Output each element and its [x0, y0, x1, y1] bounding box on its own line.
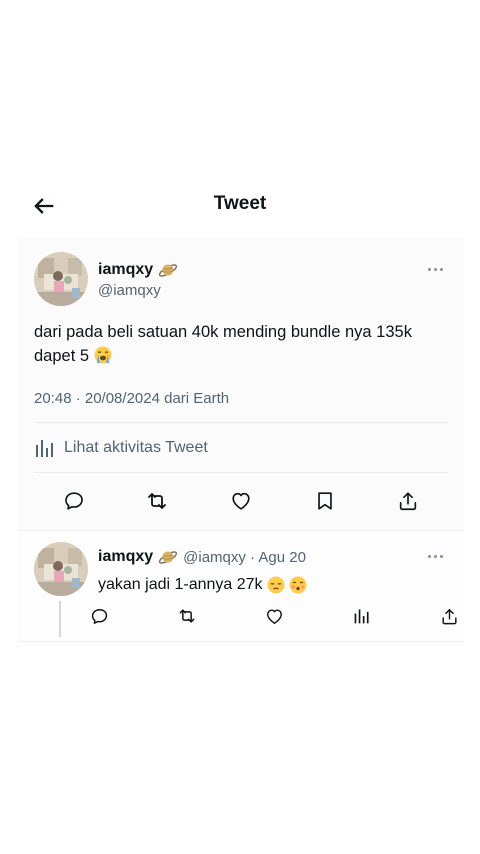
- retweet-icon[interactable]: [144, 488, 170, 514]
- avatar[interactable]: [34, 252, 88, 306]
- author-name-text: iamqxy: [98, 261, 154, 278]
- analytics-icon[interactable]: [351, 605, 373, 627]
- retweet-icon[interactable]: [176, 605, 198, 627]
- more-options-icon[interactable]: [428, 551, 448, 561]
- tweet-actions: [18, 488, 464, 514]
- more-options-icon[interactable]: [428, 264, 448, 274]
- reply-text-content: yakan jadi 1-annya 27k: [98, 576, 263, 593]
- main-tweet: iamqxy @iamqxy dari pada beli satuan 40k…: [18, 238, 464, 530]
- reply-author-name[interactable]: iamqxy: [98, 548, 153, 566]
- divider: [34, 472, 448, 473]
- reply-tweet[interactable]: iamqxy @iamqxy · Agu 20 yakan jadi 1-ann…: [18, 530, 464, 642]
- divider: [34, 422, 448, 423]
- reply-text: yakan jadi 1-annya 27k: [98, 576, 307, 594]
- pensive-face-icon: [267, 576, 285, 594]
- view-activity-link[interactable]: Lihat aktivitas Tweet: [34, 437, 208, 459]
- top-bar: Tweet: [0, 186, 480, 226]
- author-handle[interactable]: @iamqxy: [98, 282, 161, 299]
- thread-connector: [59, 601, 61, 637]
- ringed-planet-icon: [158, 547, 178, 567]
- kissing-face-icon: [289, 576, 307, 594]
- tweet-text-line-2: dapet 5: [34, 344, 454, 368]
- tweet-text-line-1: dari pada beli satuan 40k mending bundle…: [34, 323, 412, 341]
- share-icon[interactable]: [395, 488, 421, 514]
- tweet-text: dari pada beli satuan 40k mending bundle…: [34, 320, 454, 368]
- tweet-timestamp[interactable]: 20:48 · 20/08/2024 dari Earth: [34, 390, 229, 407]
- like-heart-icon[interactable]: [228, 488, 254, 514]
- tweet-text-line-2-text: dapet 5: [34, 347, 90, 365]
- reply-actions: [88, 605, 464, 627]
- view-activity-label: Lihat aktivitas Tweet: [64, 439, 208, 456]
- avatar[interactable]: [34, 542, 88, 596]
- reply-header: iamqxy @iamqxy · Agu 20: [98, 547, 306, 567]
- analytics-icon: [36, 440, 53, 457]
- page-title: Tweet: [213, 193, 267, 214]
- bookmark-icon[interactable]: [312, 488, 338, 514]
- author-name[interactable]: iamqxy: [98, 260, 178, 280]
- reply-icon[interactable]: [88, 605, 110, 627]
- like-heart-icon[interactable]: [263, 605, 285, 627]
- loudly-crying-face-icon: [94, 346, 112, 364]
- share-icon[interactable]: [438, 605, 460, 627]
- ringed-planet-icon: [158, 260, 178, 280]
- reply-icon[interactable]: [61, 488, 87, 514]
- reply-handle-date[interactable]: @iamqxy · Agu 20: [183, 549, 306, 566]
